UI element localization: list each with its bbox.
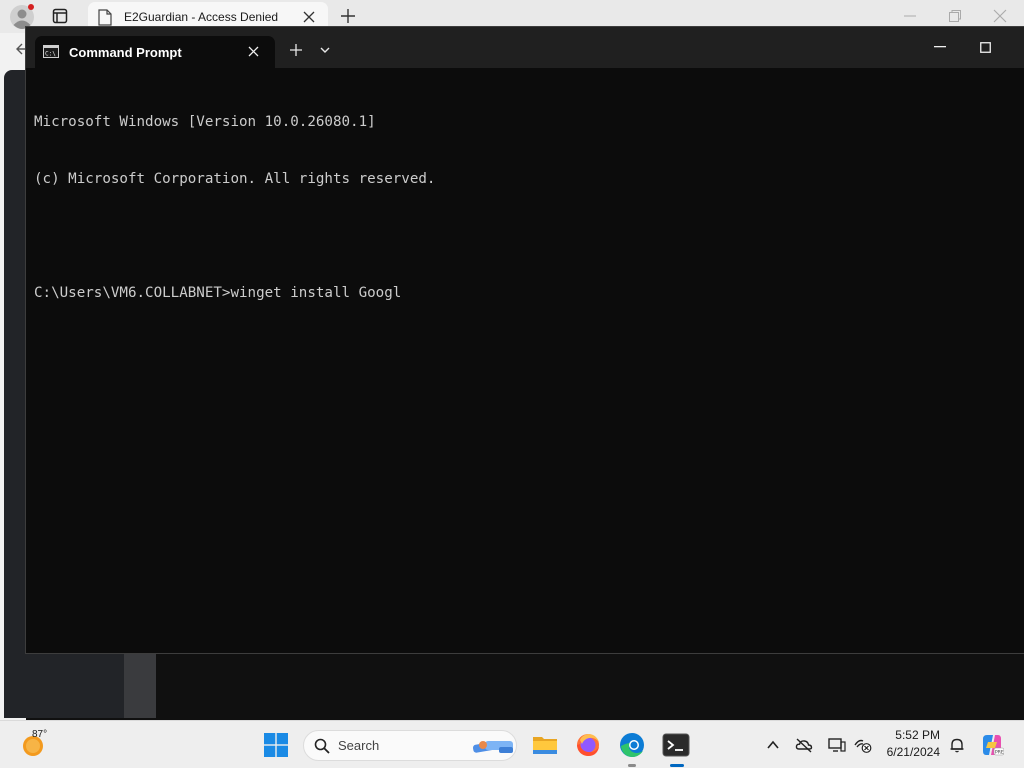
new-tab-icon[interactable]	[340, 8, 356, 24]
browser-scrollbar-area	[124, 650, 156, 718]
windows-start-icon[interactable]	[264, 733, 288, 757]
weather-temperature[interactable]: 87°	[32, 729, 47, 740]
terminal-line: (c) Microsoft Corporation. All rights re…	[34, 171, 436, 187]
terminal-icon[interactable]	[662, 731, 690, 759]
firefox-icon[interactable]	[574, 731, 602, 759]
chevron-down-icon[interactable]	[320, 46, 330, 54]
onedrive-offline-icon[interactable]	[795, 737, 813, 753]
new-tab-icon[interactable]	[290, 44, 302, 56]
terminal-line: Microsoft Windows [Version 10.0.26080.1]	[34, 114, 376, 130]
copilot-icon[interactable]: PRE	[980, 733, 1004, 757]
clock-time[interactable]: 5:52 PM	[888, 728, 940, 742]
terminal-output[interactable]: Microsoft Windows [Version 10.0.26080.1]…	[34, 75, 1024, 653]
terminal-window[interactable]: C:\ Command Prompt Microsoft Windows [Ve…	[25, 26, 1024, 654]
taskbar-search-box[interactable]: Search	[303, 730, 517, 761]
page-icon	[98, 9, 112, 26]
svg-text:PRE: PRE	[995, 750, 1004, 756]
edge-open-indicator	[628, 764, 636, 767]
minimize-icon[interactable]	[934, 46, 946, 48]
notification-dot	[28, 4, 34, 10]
display-icon[interactable]	[828, 737, 846, 753]
browser-minimize-icon[interactable]	[902, 8, 918, 24]
terminal-tab-title: Command Prompt	[69, 45, 182, 60]
edge-browser-icon[interactable]	[618, 731, 646, 759]
terminal-titlebar[interactable]: C:\ Command Prompt	[26, 27, 1024, 68]
notification-bell-icon[interactable]	[948, 737, 966, 753]
terminal-tab[interactable]: C:\ Command Prompt	[35, 36, 275, 68]
browser-tab-title: E2Guardian - Access Denied	[124, 10, 279, 24]
maximize-icon[interactable]	[980, 42, 991, 53]
close-tab-icon[interactable]	[303, 11, 315, 23]
search-highlight-icon	[472, 741, 513, 753]
terminal-active-indicator	[670, 764, 684, 767]
terminal-command-line[interactable]: C:\Users\VM6.COLLABNET>winget install Go…	[34, 284, 1024, 303]
network-disconnected-icon[interactable]	[854, 737, 872, 753]
svg-text:C:\: C:\	[45, 51, 56, 58]
browser-restore-icon[interactable]	[947, 8, 963, 24]
file-explorer-icon[interactable]	[531, 731, 559, 759]
taskbar: 87° Search 5:52 PM 6/21/2024 PRE	[0, 720, 1024, 768]
command-prompt-icon: C:\	[43, 45, 59, 58]
browser-close-icon[interactable]	[992, 8, 1008, 24]
tab-actions-icon[interactable]	[52, 8, 68, 24]
search-icon	[314, 738, 330, 754]
chevron-up-icon[interactable]	[764, 737, 782, 753]
clock-date[interactable]: 6/21/2024	[880, 745, 940, 759]
search-placeholder: Search	[338, 738, 380, 753]
browser-edge	[0, 650, 4, 720]
close-tab-icon[interactable]	[248, 46, 259, 57]
